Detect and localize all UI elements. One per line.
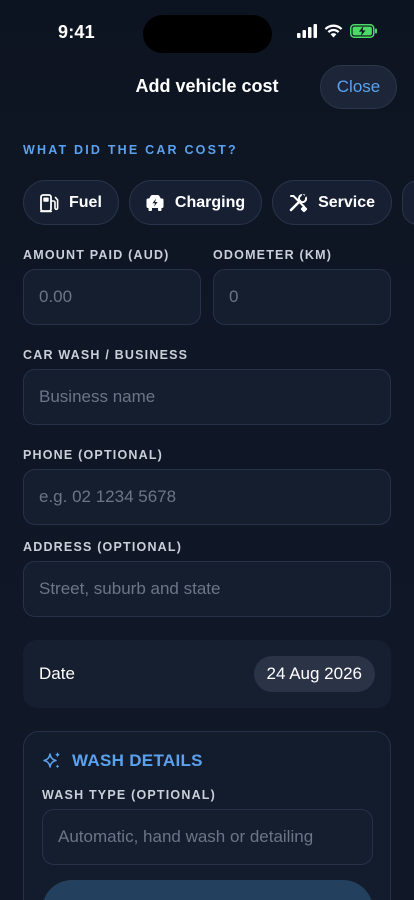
category-chips: Fuel Charging Service [23,180,414,225]
phone-input[interactable]: e.g. 02 1234 5678 [23,469,391,525]
business-label: CAR WASH / BUSINESS [23,348,189,362]
dynamic-island [143,15,272,53]
wash-details-title: WASH DETAILS [72,751,203,770]
status-bar: 9:41 [0,0,414,64]
category-label: Service [318,193,376,211]
fuel-pump-icon [40,193,59,212]
wash-details-header: WASH DETAILS [42,751,203,771]
odometer-placeholder: 0 [229,287,239,306]
wrench-tools-icon [289,193,308,212]
category-chip-fuel[interactable]: Fuel [23,180,119,225]
amount-placeholder: 0.00 [39,287,73,306]
odometer-label: ODOMETER (KM) [213,248,333,262]
status-time: 9:41 [58,22,95,42]
address-label: ADDRESS (OPTIONAL) [23,540,183,554]
category-label: Charging [174,193,246,211]
date-picker-button[interactable]: 24 Aug 2026 [253,656,375,692]
sparkles-icon [43,752,60,769]
cost-section-label: WHAT DID THE CAR COST? [23,143,238,157]
wash-type-input[interactable]: Automatic, hand wash or detailing [42,809,373,865]
amount-label: AMOUNT PAID (AUD) [23,248,170,262]
wash-type-label: WASH TYPE (OPTIONAL) [42,788,216,802]
save-button[interactable] [42,880,373,900]
wifi-icon [324,24,343,38]
date-label: Date [39,664,75,683]
status-icons [297,24,378,38]
address-placeholder: Street, suburb and state [39,579,221,598]
address-input[interactable]: Street, suburb and state [23,561,391,617]
phone-placeholder: e.g. 02 1234 5678 [39,487,177,506]
business-placeholder: Business name [39,387,156,406]
close-button[interactable]: Close [320,65,397,109]
battery-charging-icon [350,24,377,38]
wash-type-placeholder: Automatic, hand wash or detailing [58,827,314,846]
business-input[interactable]: Business name [23,369,391,425]
ev-charging-icon [146,194,164,211]
category-label: Fuel [69,193,102,211]
category-chip-charging[interactable]: Charging [128,180,263,225]
category-chip-more[interactable] [402,180,414,225]
amount-input[interactable]: 0.00 [23,269,201,325]
category-chip-service[interactable]: Service [272,180,393,225]
phone-label: PHONE (OPTIONAL) [23,448,164,462]
cellular-signal-icon [297,24,317,38]
odometer-input[interactable]: 0 [213,269,391,325]
date-row: Date 24 Aug 2026 [23,640,391,708]
wash-details-card: WASH DETAILS WASH TYPE (OPTIONAL) Automa… [23,731,391,900]
